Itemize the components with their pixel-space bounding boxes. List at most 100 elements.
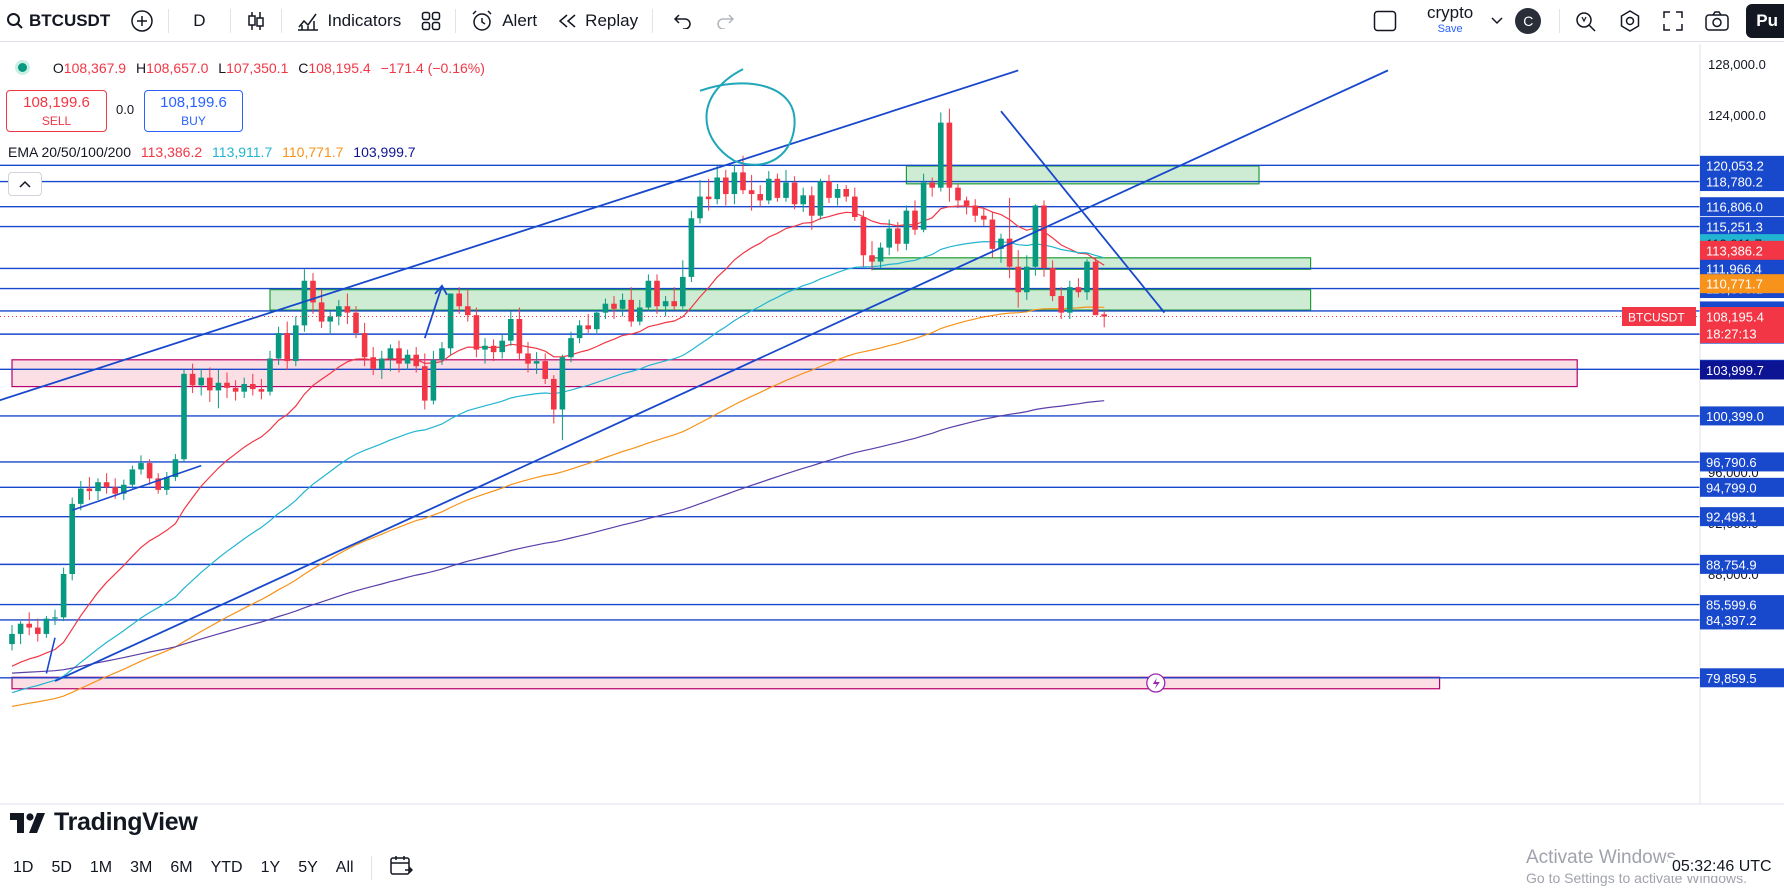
layout-menu-button[interactable] [1485, 0, 1509, 42]
range-button-ytd[interactable]: YTD [202, 859, 252, 877]
undo-button[interactable] [657, 0, 709, 42]
divider [370, 856, 372, 880]
undo-icon [674, 13, 691, 29]
candle-body-71 [619, 299, 626, 309]
candle-body-51 [447, 293, 454, 349]
buy-button[interactable]: 108,199.6 BUY [144, 90, 243, 132]
range-button-1y[interactable]: 1Y [252, 859, 290, 877]
candle-body-28 [250, 384, 256, 390]
symbol-search-button[interactable]: BTCUSDT [0, 0, 120, 42]
chart-area[interactable]: 128,000.0124,000.096,000.092,000.088,000… [0, 44, 1784, 836]
candle-body-30 [267, 358, 273, 392]
ema-price-label: 113,386.2 [1706, 243, 1763, 258]
range-button-5d[interactable]: 5D [42, 859, 80, 877]
legend-collapse-button[interactable] [8, 172, 42, 196]
candle-body-97 [843, 188, 849, 197]
tradingview-logo[interactable]: TradingView [10, 808, 198, 837]
range-button-1m[interactable]: 1M [81, 859, 121, 877]
candle-body-39 [344, 306, 351, 313]
zone-rect-4 [11, 676, 1441, 690]
level-price-label: 100,399.0 [1706, 409, 1764, 424]
candle-body-58 [508, 319, 514, 341]
indicators-button[interactable]: Indicators [286, 0, 412, 42]
range-button-3m[interactable]: 3M [121, 859, 161, 877]
redo-icon [717, 13, 735, 29]
alert-button[interactable]: Alert [460, 0, 547, 42]
candle-body-12 [112, 487, 118, 494]
redo-button[interactable] [709, 0, 741, 42]
publish-button[interactable]: Pu [1746, 0, 1784, 42]
candle-body-53 [465, 306, 471, 316]
candle-body-32 [284, 333, 290, 362]
grid-icon [421, 11, 441, 30]
candle-body-37 [327, 316, 333, 322]
ohlc-legend: O108,367.9 H108,657.0 L107,350.1 C108,19… [18, 60, 485, 76]
range-button-5y[interactable]: 5Y [289, 859, 327, 877]
open-value: 108,367.9 [63, 60, 127, 76]
level-price-label: 92,498.1 [1706, 510, 1757, 525]
candle-body-125 [1084, 261, 1090, 293]
date-range-button[interactable] [380, 855, 422, 882]
candle-body-49 [430, 359, 437, 401]
candle-body-64 [559, 357, 566, 410]
quick-search-button[interactable] [1564, 0, 1608, 42]
layout-toggle-button[interactable] [1355, 0, 1415, 42]
level-price-label: 115,251.3 [1706, 220, 1763, 235]
hand-drawn-circle [699, 68, 796, 166]
range-buttons: 1D 5D 1M 3M 6M YTD 1Y 5Y All [0, 859, 363, 877]
level-price-label: 88,754.9 [1706, 557, 1757, 572]
settings-button[interactable] [1608, 0, 1652, 42]
candle-body-94 [817, 181, 824, 216]
avatar-button[interactable]: C [1509, 0, 1555, 42]
symbol-name: BTCUSDT [29, 10, 111, 30]
candle-body-56 [490, 345, 497, 353]
range-button-all[interactable]: All [327, 859, 363, 877]
replay-button[interactable]: Replay [547, 0, 648, 42]
candle-body-102 [886, 228, 892, 248]
utc-clock[interactable]: 05:32:46 UTC [1668, 858, 1772, 876]
candle-body-99 [860, 217, 867, 256]
candle-body-43 [379, 358, 385, 369]
chart-type-button[interactable] [235, 0, 277, 42]
ema50-value: 113,911.7 [212, 144, 273, 160]
candle-body-65 [568, 338, 574, 358]
plot-group [0, 68, 1700, 707]
candle-body-80 [697, 196, 703, 219]
candle-body-36 [318, 302, 325, 322]
interval-button[interactable]: D [173, 0, 225, 42]
symbol-tag-label: BTCUSDT [1628, 311, 1685, 325]
layout-name-button[interactable]: crypto Save [1415, 0, 1485, 42]
candle-body-77 [671, 301, 677, 307]
ema-legend[interactable]: EMA 20/50/100/200 113,386.2 113,911.7 11… [8, 144, 416, 160]
snapshot-button[interactable] [1694, 0, 1740, 42]
tv-logo-text: TradingView [54, 808, 198, 836]
candle-body-105 [912, 210, 918, 230]
candle-body-59 [516, 319, 523, 354]
candle-body-81 [705, 196, 712, 200]
bar-countdown-label: 18:27:13 [1706, 327, 1757, 342]
tv-logo-icon [10, 812, 45, 833]
candle-body-101 [877, 247, 884, 262]
candle-body-16 [146, 463, 153, 479]
candle-body-75 [654, 280, 660, 307]
fullscreen-button[interactable] [1652, 0, 1694, 42]
range-button-1d[interactable]: 1D [4, 859, 42, 877]
legend-dot [18, 63, 27, 72]
zone-rect-3 [11, 359, 1578, 388]
candle-body-100 [869, 255, 875, 262]
candle-body-50 [439, 348, 445, 360]
candle-body-55 [482, 345, 488, 350]
sell-button[interactable]: 108,199.6 SELL [6, 90, 107, 132]
candle-body-23 [207, 377, 213, 391]
candle-body-47 [413, 354, 419, 367]
candle-body-40 [353, 312, 359, 334]
range-button-6m[interactable]: 6M [161, 859, 201, 877]
compare-symbol-button[interactable] [120, 0, 164, 42]
candle-body-31 [275, 333, 282, 359]
level-price-label: 84,397.2 [1706, 613, 1757, 628]
candle-body-119 [1032, 205, 1039, 267]
sell-label: SELL [41, 114, 72, 128]
templates-button[interactable] [411, 0, 451, 42]
candles-icon [247, 11, 264, 30]
candle-body-86 [748, 190, 755, 195]
